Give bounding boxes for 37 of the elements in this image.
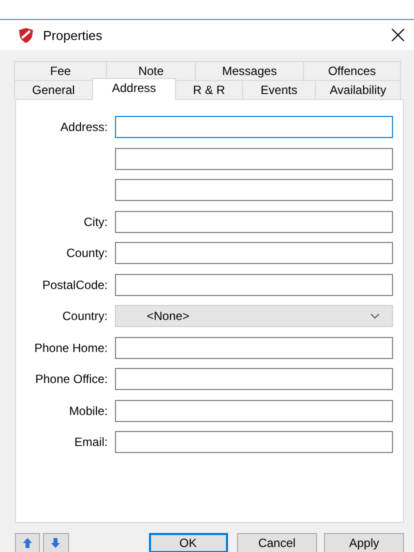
input-field[interactable] — [114, 431, 393, 453]
dialog-button[interactable]: Cancel — [236, 533, 318, 552]
field-label: County: — [65, 246, 109, 260]
input-field[interactable] — [114, 368, 393, 390]
arrow-down-icon — [51, 538, 60, 548]
dialog-button[interactable]: OK — [148, 533, 228, 552]
move-up-button[interactable] — [15, 533, 40, 552]
tab[interactable]: Availability — [315, 80, 401, 99]
field-label: Country: — [61, 309, 109, 323]
input-field[interactable] — [114, 210, 393, 232]
input-field[interactable] — [114, 274, 393, 296]
field-label: Address: — [59, 120, 109, 134]
dialog-button[interactable]: Apply — [324, 533, 404, 552]
input-field[interactable] — [114, 116, 393, 138]
window-title: Properties — [43, 28, 104, 42]
tab[interactable]: Messages — [195, 61, 304, 80]
field-label: City: — [82, 214, 109, 228]
tab[interactable]: Fee — [14, 61, 107, 80]
input-field[interactable] — [114, 400, 393, 422]
field-label: Email: — [73, 435, 109, 449]
input-field[interactable] — [114, 148, 393, 170]
tab[interactable]: General — [14, 80, 93, 99]
shield-icon — [18, 26, 34, 44]
tab[interactable]: Address — [92, 78, 176, 100]
field-label: PostalCode: — [41, 278, 109, 292]
field-label: Phone Home: — [33, 340, 109, 354]
arrow-up-icon — [23, 538, 32, 548]
field-label: Mobile: — [68, 404, 109, 418]
close-icon[interactable] — [391, 28, 405, 42]
country-dropdown[interactable]: <None> — [114, 305, 393, 327]
tab[interactable]: Offences — [303, 61, 401, 80]
move-down-button[interactable] — [43, 533, 69, 552]
input-field[interactable] — [114, 336, 393, 358]
input-field[interactable] — [114, 179, 393, 201]
chevron-down-icon — [370, 313, 380, 319]
field-label: Phone Office: — [34, 372, 109, 386]
input-field[interactable] — [114, 242, 393, 264]
